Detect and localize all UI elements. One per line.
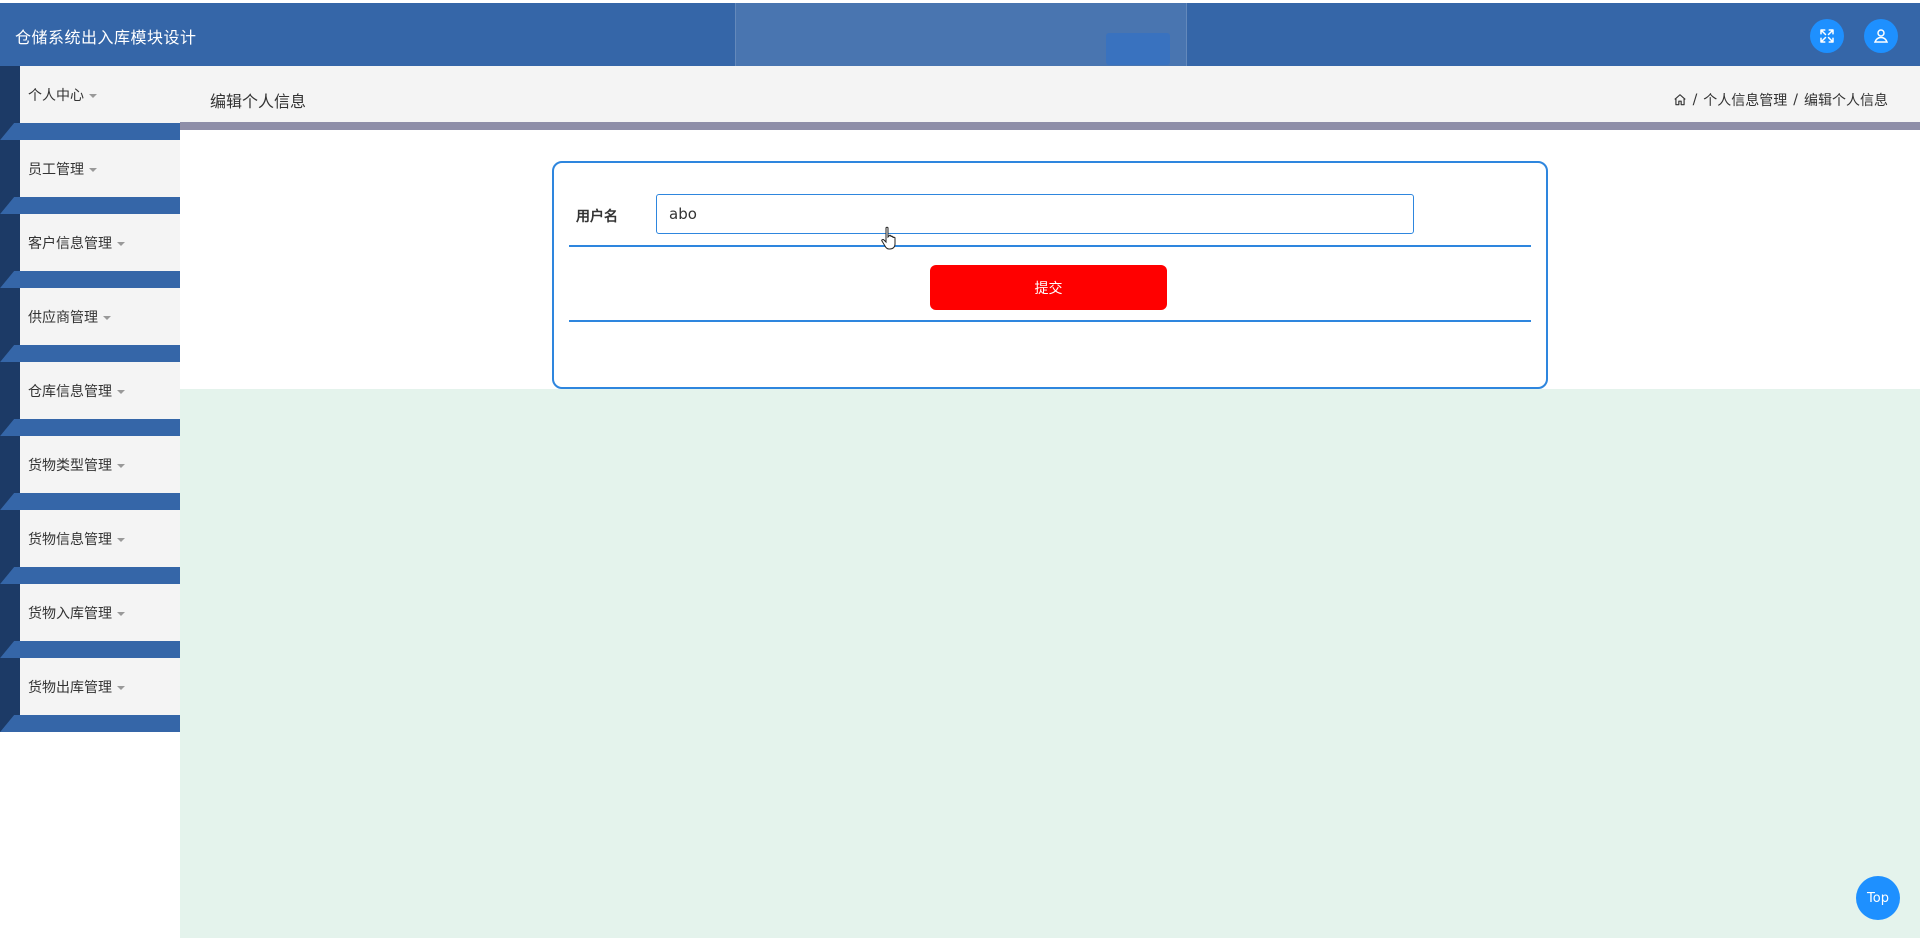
title-bar-underline bbox=[180, 122, 1920, 130]
fullscreen-button[interactable] bbox=[1810, 19, 1844, 53]
sidebar-divider bbox=[0, 419, 180, 436]
user-button[interactable] bbox=[1864, 19, 1898, 53]
sidebar-item-personal-center[interactable]: 个人中心 bbox=[0, 66, 180, 140]
sidebar-item-label: 货物出库管理 bbox=[28, 679, 112, 696]
sidebar-item-box: 个人中心 bbox=[20, 66, 180, 123]
caret-down-icon bbox=[117, 685, 125, 690]
sidebar-item-label: 货物类型管理 bbox=[28, 457, 112, 474]
top-header: 仓储系统出入库模块设计 bbox=[0, 0, 1920, 83]
caret-down-icon bbox=[103, 315, 111, 320]
caret-down-icon bbox=[117, 241, 125, 246]
form-divider bbox=[569, 320, 1531, 322]
sidebar-item-staff[interactable]: 员工管理 bbox=[0, 140, 180, 214]
sidebar-item-warehouses[interactable]: 仓库信息管理 bbox=[0, 362, 180, 436]
back-to-top-button[interactable]: Top bbox=[1856, 876, 1900, 920]
sidebar-item-label: 客户信息管理 bbox=[28, 235, 112, 252]
sidebar-item-label: 供应商管理 bbox=[28, 309, 98, 326]
sidebar-menu: 个人中心 员工管理 客户信息管理 供应商管理 仓库信息管理 货物类型管理 货物信… bbox=[0, 66, 180, 734]
ghost-toast-button bbox=[1106, 33, 1170, 65]
edit-profile-form: 用户名 提交 bbox=[552, 161, 1548, 389]
sidebar-item-label: 员工管理 bbox=[28, 161, 84, 178]
user-icon bbox=[1873, 29, 1889, 43]
title-bar: 编辑个人信息 / 个人信息管理 / 编辑个人信息 bbox=[180, 66, 1920, 130]
sidebar-divider bbox=[0, 567, 180, 584]
home-icon[interactable] bbox=[1673, 93, 1687, 107]
username-input[interactable] bbox=[656, 194, 1414, 234]
breadcrumb-separator: / bbox=[1692, 92, 1698, 108]
caret-down-icon bbox=[89, 93, 97, 98]
sidebar-item-box: 客户信息管理 bbox=[20, 214, 180, 271]
form-divider bbox=[569, 245, 1531, 247]
sidebar-item-goods-types[interactable]: 货物类型管理 bbox=[0, 436, 180, 510]
breadcrumb: / 个人信息管理 / 编辑个人信息 bbox=[1673, 90, 1888, 110]
breadcrumb-separator: / bbox=[1793, 92, 1798, 108]
sidebar-divider bbox=[0, 197, 180, 214]
sidebar-item-label: 货物信息管理 bbox=[28, 531, 112, 548]
sidebar-item-label: 仓库信息管理 bbox=[28, 383, 112, 400]
hand-cursor-icon bbox=[881, 226, 896, 250]
sidebar-item-label: 个人中心 bbox=[28, 87, 84, 104]
sidebar-divider bbox=[0, 271, 180, 288]
page-title: 编辑个人信息 bbox=[210, 92, 307, 111]
sidebar-item-box: 仓库信息管理 bbox=[20, 362, 180, 419]
sidebar-divider bbox=[0, 493, 180, 510]
sidebar-item-box: 货物信息管理 bbox=[20, 510, 180, 567]
sidebar-item-goods-outbound[interactable]: 货物出库管理 bbox=[0, 658, 180, 732]
caret-down-icon bbox=[117, 389, 125, 394]
sidebar-item-box: 货物入库管理 bbox=[20, 584, 180, 641]
sidebar-item-box: 货物类型管理 bbox=[20, 436, 180, 493]
caret-down-icon bbox=[117, 463, 125, 468]
sidebar-divider bbox=[0, 123, 180, 140]
sidebar-item-goods-info[interactable]: 货物信息管理 bbox=[0, 510, 180, 584]
sidebar-item-box: 货物出库管理 bbox=[20, 658, 180, 715]
caret-down-icon bbox=[117, 537, 125, 542]
sidebar-divider bbox=[0, 641, 180, 658]
sidebar-item-label: 货物入库管理 bbox=[28, 605, 112, 622]
sidebar-item-customers[interactable]: 客户信息管理 bbox=[0, 214, 180, 288]
caret-down-icon bbox=[89, 167, 97, 172]
username-label: 用户名 bbox=[576, 209, 618, 225]
sidebar-divider bbox=[0, 345, 180, 362]
content-background bbox=[180, 389, 1920, 938]
sidebar-item-suppliers[interactable]: 供应商管理 bbox=[0, 288, 180, 362]
sidebar-divider bbox=[0, 715, 180, 732]
sidebar-item-box: 供应商管理 bbox=[20, 288, 180, 345]
sidebar-item-box: 员工管理 bbox=[20, 140, 180, 197]
sidebar-item-goods-inbound[interactable]: 货物入库管理 bbox=[0, 584, 180, 658]
breadcrumb-item-edit-info: 编辑个人信息 bbox=[1804, 93, 1888, 109]
submit-button[interactable]: 提交 bbox=[930, 265, 1167, 310]
caret-down-icon bbox=[117, 611, 125, 616]
fullscreen-icon bbox=[1820, 29, 1834, 43]
app-title: 仓储系统出入库模块设计 bbox=[15, 28, 197, 47]
breadcrumb-item-personal-info[interactable]: 个人信息管理 bbox=[1703, 90, 1787, 110]
